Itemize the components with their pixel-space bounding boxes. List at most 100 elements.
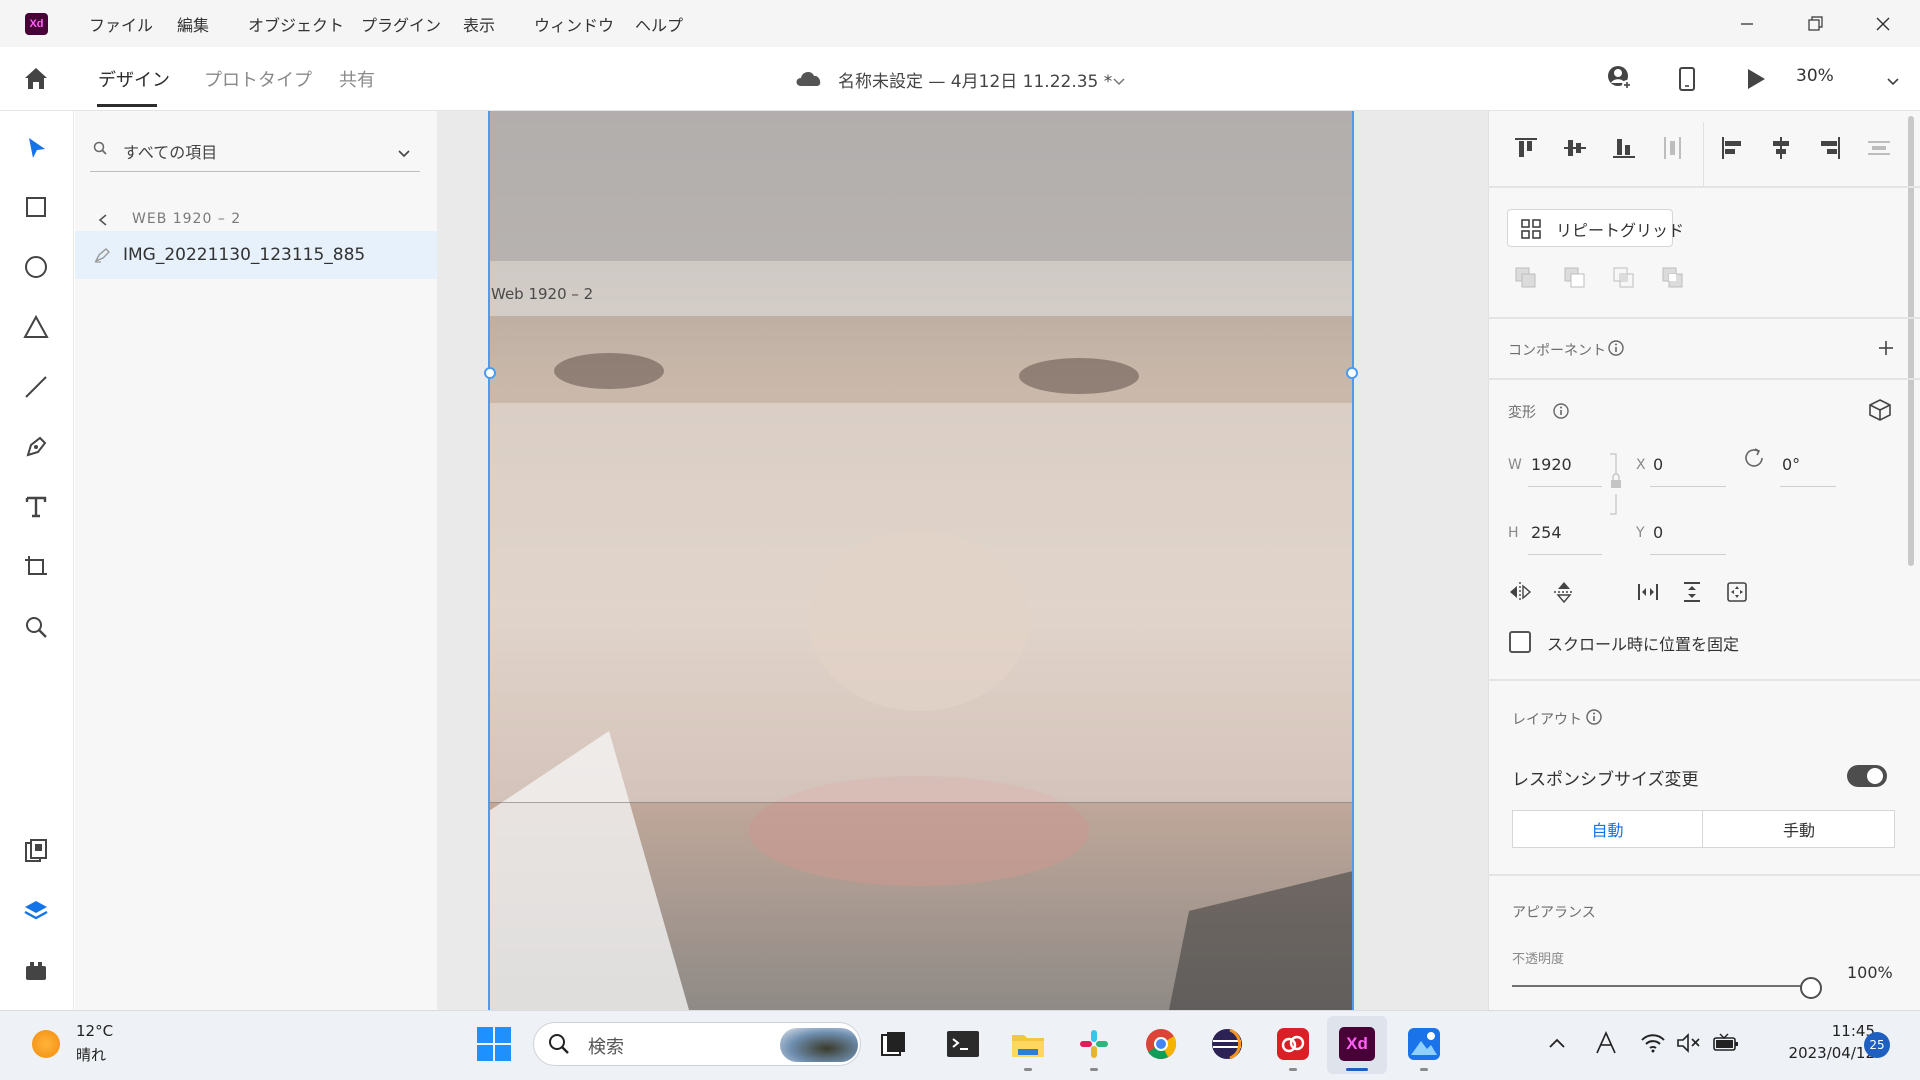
- intersect-boolean-button[interactable]: [1611, 265, 1637, 291]
- zoom-level[interactable]: 30%: [1796, 66, 1834, 86]
- transform-info-icon[interactable]: [1552, 402, 1570, 420]
- home-button[interactable]: [22, 65, 50, 91]
- restore-button[interactable]: [1801, 10, 1829, 38]
- minimize-button[interactable]: [1733, 10, 1761, 38]
- plugins-button[interactable]: [20, 955, 52, 987]
- add-boolean-button[interactable]: [1513, 265, 1539, 291]
- opacity-slider-knob[interactable]: [1800, 977, 1822, 999]
- height-input[interactable]: 254: [1531, 523, 1562, 542]
- clock-date[interactable]: 2023/04/12: [1762, 1044, 1875, 1062]
- inspector-scrollbar[interactable]: [1908, 116, 1914, 566]
- tab-share[interactable]: 共有: [339, 66, 375, 92]
- rotation-input[interactable]: 0°: [1782, 455, 1800, 474]
- line-tool[interactable]: [20, 371, 52, 403]
- chevron-down-icon[interactable]: [1112, 72, 1126, 86]
- tab-underline: [97, 104, 157, 107]
- y-input[interactable]: 0: [1653, 523, 1663, 542]
- polygon-tool[interactable]: [20, 311, 52, 343]
- exclude-boolean-button[interactable]: [1660, 265, 1686, 291]
- add-component-button[interactable]: [1877, 339, 1895, 357]
- align-right-button[interactable]: [1817, 135, 1843, 161]
- align-top-button[interactable]: [1513, 135, 1539, 161]
- layers-button[interactable]: [20, 895, 52, 927]
- resize-handle-right[interactable]: [1346, 367, 1358, 379]
- artboard-label[interactable]: Web 1920 – 2: [491, 285, 593, 303]
- padding-vertical-button[interactable]: [1680, 580, 1704, 604]
- ime-indicator[interactable]: [1594, 1030, 1618, 1056]
- layout-info-icon[interactable]: [1585, 708, 1603, 726]
- zoom-tool[interactable]: [20, 611, 52, 643]
- opacity-value[interactable]: 100%: [1847, 963, 1893, 982]
- tray-overflow-button[interactable]: [1546, 1034, 1568, 1052]
- tab-prototype[interactable]: プロトタイプ: [204, 66, 312, 92]
- align-bottom-button[interactable]: [1611, 135, 1637, 161]
- device-preview-button[interactable]: [1676, 65, 1698, 93]
- ellipse-tool[interactable]: [20, 251, 52, 283]
- x-input[interactable]: 0: [1653, 455, 1663, 474]
- opacity-slider-track[interactable]: [1512, 985, 1802, 987]
- taskbar-photos[interactable]: [1404, 1024, 1444, 1064]
- flip-vertical-button[interactable]: [1552, 580, 1576, 604]
- share-user-button[interactable]: [1604, 63, 1634, 93]
- subtract-boolean-button[interactable]: [1562, 265, 1588, 291]
- flip-horizontal-button[interactable]: [1508, 580, 1532, 604]
- select-tool[interactable]: [20, 132, 52, 164]
- weather-temperature[interactable]: 12°C: [76, 1022, 113, 1040]
- filter-chevron-icon[interactable]: [397, 144, 411, 158]
- taskbar-creative-cloud[interactable]: [1273, 1024, 1313, 1064]
- align-center-button[interactable]: [1768, 135, 1794, 161]
- notification-badge[interactable]: 25: [1864, 1032, 1890, 1058]
- menu-window[interactable]: ウィンドウ: [534, 12, 614, 36]
- layer-name[interactable]: IMG_20221130_123115_885: [123, 245, 365, 265]
- menu-help[interactable]: ヘルプ: [635, 12, 683, 36]
- back-chevron-icon[interactable]: [97, 212, 109, 226]
- play-preview-button[interactable]: [1744, 66, 1768, 92]
- layer-search-input[interactable]: すべての項目: [123, 139, 217, 163]
- distribute-horizontal-button[interactable]: [1660, 135, 1686, 161]
- artboard-tool[interactable]: [20, 551, 52, 583]
- text-tool[interactable]: [20, 491, 52, 523]
- taskbar-task-view[interactable]: [874, 1024, 914, 1064]
- 3d-transform-button[interactable]: [1868, 398, 1892, 422]
- weather-description[interactable]: 晴れ: [76, 1044, 106, 1065]
- pen-tool[interactable]: [20, 431, 52, 463]
- padding-horizontal-button[interactable]: [1636, 580, 1660, 604]
- zoom-chevron-icon[interactable]: [1886, 72, 1900, 86]
- menu-view[interactable]: 表示: [463, 12, 495, 36]
- aspect-lock-button[interactable]: [1604, 452, 1628, 516]
- taskbar-eclipse[interactable]: [1207, 1024, 1247, 1064]
- taskbar-terminal[interactable]: [943, 1024, 983, 1064]
- distribute-vertical-button[interactable]: [1866, 135, 1892, 161]
- taskbar-explorer[interactable]: [1008, 1024, 1048, 1064]
- menu-edit[interactable]: 編集: [177, 12, 209, 36]
- resize-handle-left[interactable]: [484, 367, 496, 379]
- wifi-button[interactable]: [1640, 1032, 1666, 1054]
- tab-design[interactable]: デザイン: [98, 66, 170, 92]
- menu-object[interactable]: オブジェクト: [248, 12, 344, 36]
- width-input[interactable]: 1920: [1531, 455, 1572, 474]
- fix-position-checkbox[interactable]: [1509, 631, 1531, 653]
- taskbar-search-placeholder[interactable]: 検索: [588, 1033, 624, 1059]
- taskbar-slack[interactable]: [1074, 1024, 1114, 1064]
- resize-auto-button[interactable]: 自動: [1513, 811, 1703, 847]
- battery-button[interactable]: [1712, 1032, 1740, 1054]
- search-highlight-image[interactable]: [780, 1028, 858, 1062]
- volume-button[interactable]: [1676, 1032, 1702, 1054]
- rectangle-tool[interactable]: [20, 191, 52, 223]
- info-icon[interactable]: [1607, 339, 1625, 357]
- fit-content-button[interactable]: [1725, 580, 1749, 604]
- align-left-button[interactable]: [1719, 135, 1745, 161]
- menu-plugins[interactable]: プラグイン: [361, 12, 441, 36]
- menu-file[interactable]: ファイル: [89, 12, 153, 36]
- layer-breadcrumb[interactable]: WEB 1920 – 2: [132, 211, 241, 227]
- resize-manual-button[interactable]: 手動: [1704, 811, 1894, 847]
- taskbar-chrome[interactable]: [1141, 1024, 1181, 1064]
- document-title[interactable]: 名称未設定 — 4月12日 11.22.35 *: [838, 67, 1112, 92]
- sun-icon[interactable]: [32, 1030, 60, 1058]
- align-middle-button[interactable]: [1562, 135, 1588, 161]
- clock-time[interactable]: 11:45: [1789, 1022, 1875, 1040]
- taskbar-xd[interactable]: Xd: [1337, 1024, 1377, 1064]
- start-button[interactable]: [474, 1024, 514, 1064]
- close-button[interactable]: [1869, 10, 1897, 38]
- document-assets-button[interactable]: [20, 835, 52, 867]
